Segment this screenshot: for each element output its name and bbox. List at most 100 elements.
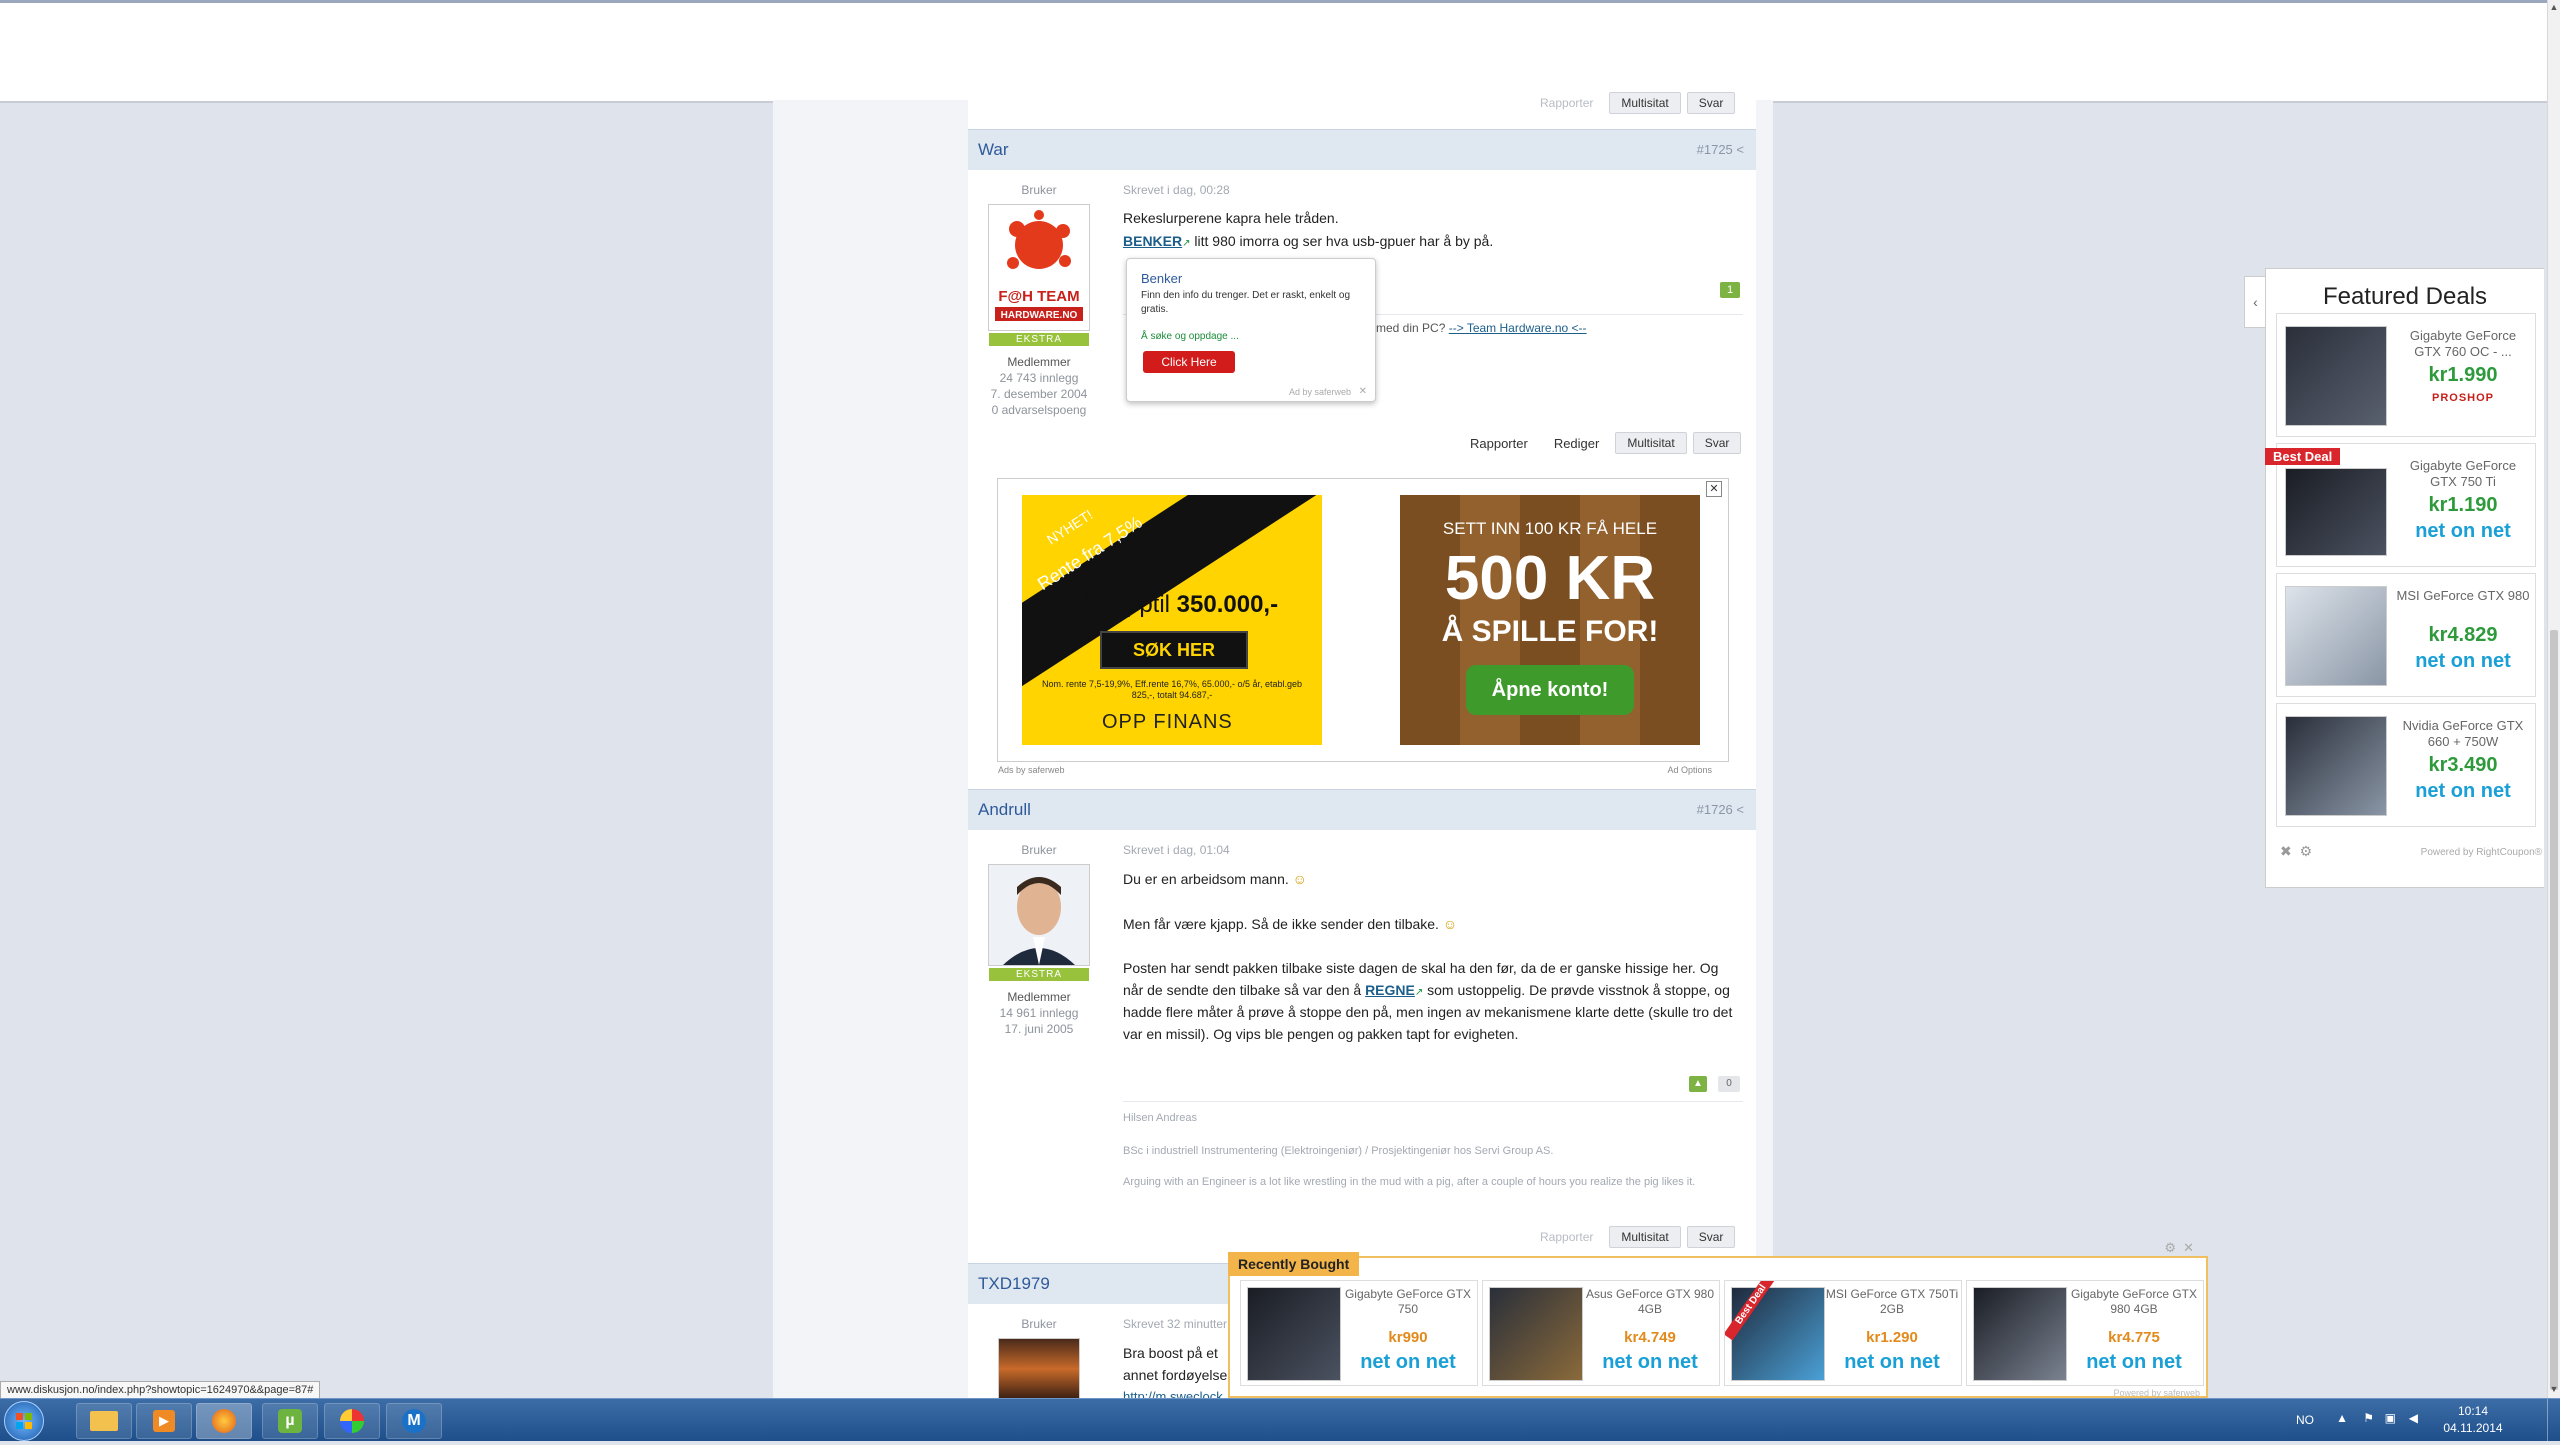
close-icon[interactable]: ✕ [1359,386,1367,397]
file-explorer-icon[interactable] [76,1403,132,1439]
firefox-icon[interactable] [196,1403,252,1439]
powered-by-label: Powered by RightCoupon® [2420,847,2542,858]
report-link[interactable]: Rapporter [1460,436,1538,451]
scroll-thumb[interactable] [2550,630,2558,1390]
gpu-product-image [2285,716,2387,816]
avatar[interactable] [988,864,1090,966]
casino-ad[interactable]: SETT INN 100 KR FÅ HELE 500 KR Å SPILLE … [1400,495,1700,745]
gear-icon[interactable]: ⚙ [2164,1240,2176,1256]
volume-icon[interactable]: ◀ [2409,1411,2418,1425]
start-button[interactable] [4,1401,44,1441]
avatar[interactable]: F@H TEAM HARDWARE.NO [988,204,1090,331]
reply-button[interactable]: Svar [1686,1226,1736,1248]
popup-ad[interactable]: Benker Finn den info du trenger. Det er … [1126,258,1376,402]
smiley-icon: ☺ [1442,916,1458,932]
popup-ad-sub: Å søke og oppdage ... [1141,331,1239,342]
user-role: Bruker [1021,183,1057,197]
post-number[interactable]: #1725 < [1697,142,1744,157]
deal-name: Gigabyte GeForce GTX 760 OC - ... [2409,328,2517,359]
post-text: hadde flere måter å prøve å stoppe den p… [1123,1004,1733,1020]
bank-ad-cta-button[interactable]: SØK HER [1100,631,1248,669]
inline-link[interactable]: REGNE [1365,982,1415,998]
post-number[interactable]: #1726 < [1697,802,1744,817]
recent-item[interactable]: Asus GeForce GTX 980 4GB kr4.749 net on … [1482,1280,1720,1386]
scroll-up-arrow[interactable]: ▲ [2549,2,2559,14]
avatar[interactable] [998,1338,1080,1400]
reply-button[interactable]: Svar [1686,92,1736,114]
ad-block: ✕ NYHET! Rente fra 7,5% Lån opptil 350.0… [997,478,1729,775]
vote-count: 0 [1718,1076,1740,1092]
popup-ad-text: Finn den info du trenger. Det er raskt, … [1141,290,1351,315]
casino-ad-cta-button[interactable]: Åpne konto! [1466,665,1634,715]
multiquote-button[interactable]: Multisitat [1615,432,1687,454]
ads-by-label[interactable]: Ads by saferweb [998,765,1065,775]
deal-card[interactable]: Nvidia GeForce GTX 660 + 750W kr3.490 ne… [2276,703,2536,827]
collapse-panel-button[interactable]: ‹ [2244,276,2266,328]
multiquote-button[interactable]: Multisitat [1609,92,1681,114]
powered-by-label: Powered by saferweb [2113,1388,2200,1398]
like-count[interactable]: 1 [1720,282,1740,298]
deal-card[interactable]: MSI GeForce GTX 980 kr4.829 net on net [2276,573,2536,697]
close-icon[interactable]: ✕ [2183,1240,2194,1256]
recent-item-price: kr1.290 [1866,1329,1918,1346]
show-desktop-button[interactable] [2547,1399,2560,1441]
post-author[interactable]: Andrull [978,800,1031,820]
language-indicator[interactable]: NO [2296,1413,2314,1427]
show-hidden-icons[interactable]: ▲ [2336,1411,2348,1425]
close-icon[interactable]: ✖ [2280,843,2292,859]
share-icon[interactable]: < [1736,142,1744,157]
popup-ad-cta-button[interactable]: Click Here [1143,351,1235,373]
chevron-left-icon: ‹ [2253,294,2258,310]
signature-divider [1123,1101,1743,1102]
recent-item-price: kr4.775 [2108,1329,2160,1346]
featured-deals-title: Featured Deals [2322,283,2488,310]
bank-ad-fine-print: Nom. rente 7,5-19,9%, Eff.rente 16,7%, 6… [1042,679,1302,700]
casino-ad-line1: SETT INN 100 KR FÅ HELE [1442,519,1658,538]
paint-icon[interactable] [324,1403,380,1439]
gear-icon[interactable]: ⚙ [2300,843,2313,859]
signature-link[interactable]: --> Team Hardware.no <-- [1449,321,1587,335]
deal-shop: net on net [2415,520,2511,542]
recent-item-name: Gigabyte GeForce GTX 980 4GB [2070,1287,2198,1316]
recent-item-shop: net on net [1602,1351,1698,1373]
post-author[interactable]: TXD1979 [978,1274,1050,1294]
post-date: Skrevet 32 minutter [1123,1317,1228,1331]
scroll-down-arrow[interactable]: ▼ [2549,1384,2559,1396]
flag-icon[interactable]: ⚑ [2363,1411,2374,1425]
deal-card[interactable]: Best Deal Gigabyte GeForce GTX 750 Ti kr… [2265,443,2536,567]
gpu-product-image [1247,1287,1341,1381]
media-player-icon[interactable]: ▶ [136,1403,192,1439]
recent-item-name: MSI GeForce GTX 750Ti 2GB [1825,1287,1959,1316]
edit-link[interactable]: Rediger [1544,436,1610,451]
multiquote-button[interactable]: Multisitat [1609,1226,1681,1248]
deal-card[interactable]: Gigabyte GeForce GTX 760 OC - ... kr1.99… [2276,313,2536,437]
popup-ad-title[interactable]: Benker [1141,271,1182,286]
malwarebytes-icon[interactable]: M [386,1403,442,1439]
gpu-product-image [2285,586,2387,686]
post-header-1725: War #1725 < [968,129,1756,170]
report-link[interactable]: Rapporter [1530,96,1603,110]
windows-taskbar: ▶ µ M NO ▲ ⚑ ▣ ◀ 10:14 04.11.2014 [0,1398,2560,1441]
report-link[interactable]: Rapporter [1530,1230,1603,1244]
rank-badge: EKSTRA [989,968,1089,981]
inline-link[interactable]: BENKER [1123,233,1182,249]
post-text: Rekeslurperene kapra hele tråden. [1123,210,1339,226]
page-scrollbar[interactable]: ▲ ▼ [2547,0,2560,1398]
close-icon[interactable]: ✕ [1706,481,1722,497]
recent-item[interactable]: Gigabyte GeForce GTX 750 kr990 net on ne… [1240,1280,1478,1386]
user-role: Bruker [1021,843,1057,857]
upvote-icon[interactable]: ▲ [1689,1076,1707,1092]
post-author[interactable]: War [978,140,1009,160]
utorrent-icon[interactable]: µ [262,1403,318,1439]
share-icon[interactable]: < [1736,802,1744,817]
bank-ad[interactable]: NYHET! Rente fra 7,5% Lån opptil 350.000… [1022,495,1322,745]
clock[interactable]: 10:14 04.11.2014 [2438,1403,2508,1437]
user-info-andrull: Bruker EKSTRA Medlemmer 14 961 innlegg 1… [984,842,1094,1037]
recent-item[interactable]: Gigabyte GeForce GTX 980 4GB kr4.775 net… [1966,1280,2204,1386]
reply-button[interactable]: Svar [1692,432,1742,454]
ad-options-link[interactable]: Ad Options [1667,765,1712,775]
post-text: BENKER↗ litt 980 imorra og ser hva usb-g… [1123,233,1494,249]
svg-text:HARDWARE.NO: HARDWARE.NO [1001,310,1078,321]
network-icon[interactable]: ▣ [2385,1411,2396,1425]
recent-item[interactable]: Best Deal MSI GeForce GTX 750Ti 2GB kr1.… [1724,1280,1962,1386]
